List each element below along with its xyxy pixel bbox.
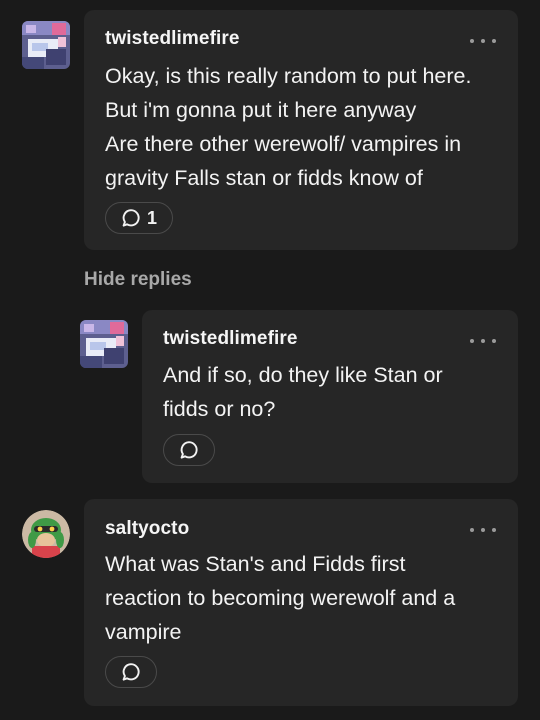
avatar[interactable] xyxy=(80,320,128,368)
comment-text: And if so, do they like Stan or fidds or… xyxy=(163,363,443,421)
reply-button[interactable] xyxy=(105,656,157,688)
speech-bubble-icon xyxy=(122,663,140,681)
avatar[interactable] xyxy=(22,21,70,69)
reply-count: 1 xyxy=(146,207,157,228)
more-options-icon[interactable] xyxy=(470,523,496,537)
reply-card: twistedlimefire And if so, do they like … xyxy=(142,310,518,483)
avatar[interactable] xyxy=(22,510,70,558)
avatar-image xyxy=(22,21,70,69)
speech-bubble-icon xyxy=(180,441,198,459)
comment-text: Okay, is this really random to put here.… xyxy=(105,64,472,190)
more-options-icon[interactable] xyxy=(470,34,496,48)
username[interactable]: saltyocto xyxy=(105,518,189,540)
comment-thread: twistedlimefire Okay, is this really ran… xyxy=(0,0,540,720)
hide-replies-link[interactable]: Hide replies xyxy=(84,269,192,291)
reply-button[interactable] xyxy=(163,434,215,466)
reply-button[interactable]: 1 xyxy=(105,202,173,234)
comment-text: What was Stan's and Fidds first reaction… xyxy=(105,552,456,644)
username[interactable]: twistedlimefire xyxy=(105,28,240,50)
username[interactable]: twistedlimefire xyxy=(163,328,298,350)
speech-bubble-icon xyxy=(122,209,140,227)
avatar-image xyxy=(22,510,70,558)
avatar-image xyxy=(80,320,128,368)
more-options-icon[interactable] xyxy=(470,334,496,348)
comment-card: saltyocto What was Stan's and Fidds firs… xyxy=(84,499,518,706)
comment-card: twistedlimefire Okay, is this really ran… xyxy=(84,10,518,250)
